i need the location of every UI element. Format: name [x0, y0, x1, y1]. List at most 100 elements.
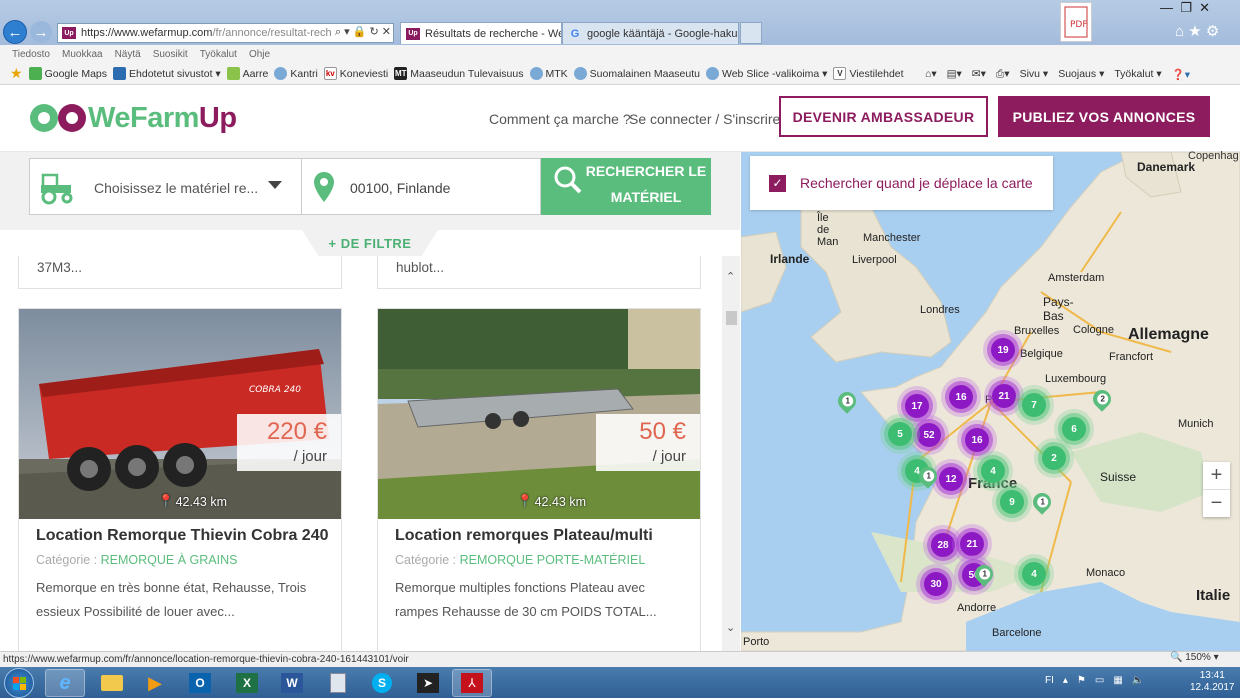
cmd-tools[interactable]: Työkalut ▾ [1114, 68, 1161, 80]
print-icon[interactable]: ⎙▾ [996, 68, 1010, 81]
checkmark-icon[interactable]: ✓ [769, 174, 786, 192]
close-window-icon[interactable]: ✕ [1199, 0, 1210, 15]
listings-scrollbar[interactable]: ⌃ ⌄ [722, 256, 740, 651]
tab-google[interactable]: G google kääntäjä - Google-haku [562, 22, 739, 44]
taskbar-ie[interactable]: e [45, 669, 85, 697]
menu-help[interactable]: Ohje [249, 49, 270, 60]
scroll-thumb[interactable] [726, 311, 737, 325]
become-ambassador-button[interactable]: DEVENIR AMBASSADEUR [779, 96, 988, 137]
menu-tools[interactable]: Työkalut [200, 49, 237, 60]
taskbar-outlook[interactable]: O [180, 669, 220, 697]
settings-gear-icon[interactable]: ⚙ [1206, 23, 1219, 40]
publish-ads-button[interactable]: PUBLIEZ VOS ANNONCES [998, 96, 1210, 137]
zoom-out-button[interactable]: − [1203, 490, 1230, 517]
taskbar-acrobat[interactable]: ⅄ [452, 669, 492, 697]
start-button[interactable] [4, 668, 34, 698]
cluster-marker[interactable]: 6 [1062, 417, 1086, 441]
listing-photo[interactable]: COBRA 240 220 € / jour 📍 42.43 km [19, 309, 341, 519]
zoom-in-button[interactable]: + [1203, 462, 1230, 490]
cmd-safety[interactable]: Suojaus ▾ [1058, 68, 1104, 80]
tab-results[interactable]: Up Résultats de recherche - We... × [400, 22, 562, 44]
listing-photo[interactable]: 50 € / jour 📍 42.43 km [378, 309, 700, 519]
fav-maaseudun-tulevaisuus[interactable]: MT Maaseudun Tulevaisuus [394, 67, 524, 80]
fav-viestilehdet[interactable]: V Viestilehdet [833, 67, 904, 80]
menu-favorites[interactable]: Suosikit [153, 49, 188, 60]
mail-icon[interactable]: ✉▾ [972, 68, 986, 80]
cluster-marker[interactable]: 21 [960, 532, 984, 556]
scroll-down-icon[interactable]: ⌄ [726, 621, 735, 634]
listing-card[interactable]: COBRA 240 220 € / jour 📍 42.43 km Locatio… [18, 308, 342, 658]
cluster-marker[interactable]: 30 [924, 572, 948, 596]
address-bar[interactable]: Up https://www.wefarmup.com/fr/annonce/r… [57, 23, 394, 43]
taskbar-explorer[interactable] [92, 669, 132, 697]
taskbar-excel[interactable]: X [227, 669, 267, 697]
cluster-marker[interactable]: 12 [939, 467, 963, 491]
home-icon[interactable]: ⌂▾ [925, 68, 937, 80]
cluster-marker[interactable]: 9 [1000, 490, 1024, 514]
taskbar-skype[interactable]: S [362, 669, 402, 697]
fav-google-maps[interactable]: Google Maps [28, 67, 107, 80]
scroll-up-icon[interactable]: ⌃ [726, 270, 735, 283]
minimize-icon[interactable]: — [1160, 0, 1173, 15]
zoom-level[interactable]: 🔍 150% ▾ [1170, 652, 1219, 663]
category-link[interactable]: REMORQUE À GRAINS [101, 553, 238, 567]
cluster-marker[interactable]: 28 [931, 533, 955, 557]
site-logo[interactable]: WeFarm Up [28, 98, 237, 138]
network-icon[interactable]: ▦ [1113, 675, 1122, 686]
login-link[interactable]: Se connecter / S'inscrire [629, 111, 780, 127]
back-button[interactable]: ← [3, 20, 27, 44]
address-tools-icon[interactable]: ⌕ ▾ 🔒 ↻ ✕ [331, 25, 391, 39]
fav-kantri[interactable]: Kantri [274, 67, 318, 80]
cluster-marker[interactable]: 7 [1022, 393, 1046, 417]
browser-toolicons[interactable]: ⌂ ★ ⚙ [1175, 22, 1219, 40]
menu-view[interactable]: Näytä [115, 49, 141, 60]
taskbar-app[interactable]: ➤ [408, 669, 448, 697]
cluster-marker[interactable]: 16 [965, 428, 989, 452]
fav-suggested-sites[interactable]: Ehdotetut sivustot ▾ [113, 67, 221, 80]
cluster-marker[interactable]: 4 [1022, 562, 1046, 586]
volume-icon[interactable]: 🔈 [1132, 675, 1144, 686]
taskbar-calculator[interactable] [318, 669, 358, 697]
prev-card-snippet[interactable]: hublot... [377, 256, 701, 289]
taskbar-word[interactable]: W [272, 669, 312, 697]
cluster-marker[interactable]: 2 [1042, 446, 1066, 470]
cluster-marker[interactable]: 4 [981, 459, 1005, 483]
help-icon[interactable]: ❓▾ [1172, 68, 1190, 81]
cluster-marker[interactable]: 52 [917, 423, 941, 447]
fav-web-slice[interactable]: Web Slice -valikoima ▾ [706, 67, 827, 80]
menu-edit[interactable]: Muokkaa [62, 49, 103, 60]
window-controls[interactable]: — ❐ ✕ [1160, 0, 1210, 16]
favorites-star-icon[interactable]: ★ [10, 65, 23, 82]
favorites-star-icon[interactable]: ★ [1188, 23, 1201, 40]
rss-icon[interactable]: ▤▾ [947, 68, 962, 80]
language-indicator[interactable]: FI [1045, 675, 1054, 686]
battery-icon[interactable]: ▭ [1095, 675, 1104, 686]
cluster-marker[interactable]: 21 [992, 384, 1016, 408]
fav-koneviesti[interactable]: kv Koneviesti [323, 67, 388, 80]
menu-file[interactable]: Tiedosto [12, 49, 50, 60]
search-on-move-checkbox[interactable]: ✓ Rechercher quand je déplace la carte [750, 156, 1053, 210]
cmd-page[interactable]: Sivu ▾ [1020, 68, 1049, 80]
taskbar-media[interactable]: ▶ [135, 669, 175, 697]
maximize-icon[interactable]: ❐ [1180, 0, 1192, 15]
home-icon[interactable]: ⌂ [1175, 23, 1184, 40]
forward-button[interactable]: → [30, 21, 52, 43]
more-filters-toggle[interactable]: + DE FILTRE [302, 230, 438, 256]
cluster-marker[interactable]: 19 [991, 338, 1015, 362]
cluster-marker[interactable]: 17 [905, 394, 929, 418]
how-it-works-link[interactable]: Comment ça marche ? [489, 111, 631, 127]
fav-mtk[interactable]: MTK [529, 67, 568, 80]
clock[interactable]: 13:41 12.4.2017 [1190, 670, 1235, 694]
fav-suomalainen-maaseutu[interactable]: Suomalainen Maaseutu [573, 67, 700, 80]
cluster-marker[interactable]: 16 [949, 385, 973, 409]
tray-expand-icon[interactable]: ▴ [1063, 675, 1068, 686]
cluster-marker[interactable]: 5 [888, 422, 912, 446]
prev-card-snippet[interactable]: 37M3... [18, 256, 342, 289]
new-tab-button[interactable] [740, 22, 762, 44]
flag-icon[interactable]: ⚑ [1077, 675, 1086, 686]
listing-title[interactable]: Location Remorque Thievin Cobra 240 [36, 527, 329, 545]
listing-card[interactable]: 50 € / jour 📍 42.43 km Location remorques… [377, 308, 701, 658]
listing-title[interactable]: Location remorques Plateau/multi [395, 527, 653, 545]
category-link[interactable]: REMORQUE PORTE-MATÉRIEL [460, 553, 646, 567]
fav-aarre[interactable]: Aarre [226, 67, 268, 80]
